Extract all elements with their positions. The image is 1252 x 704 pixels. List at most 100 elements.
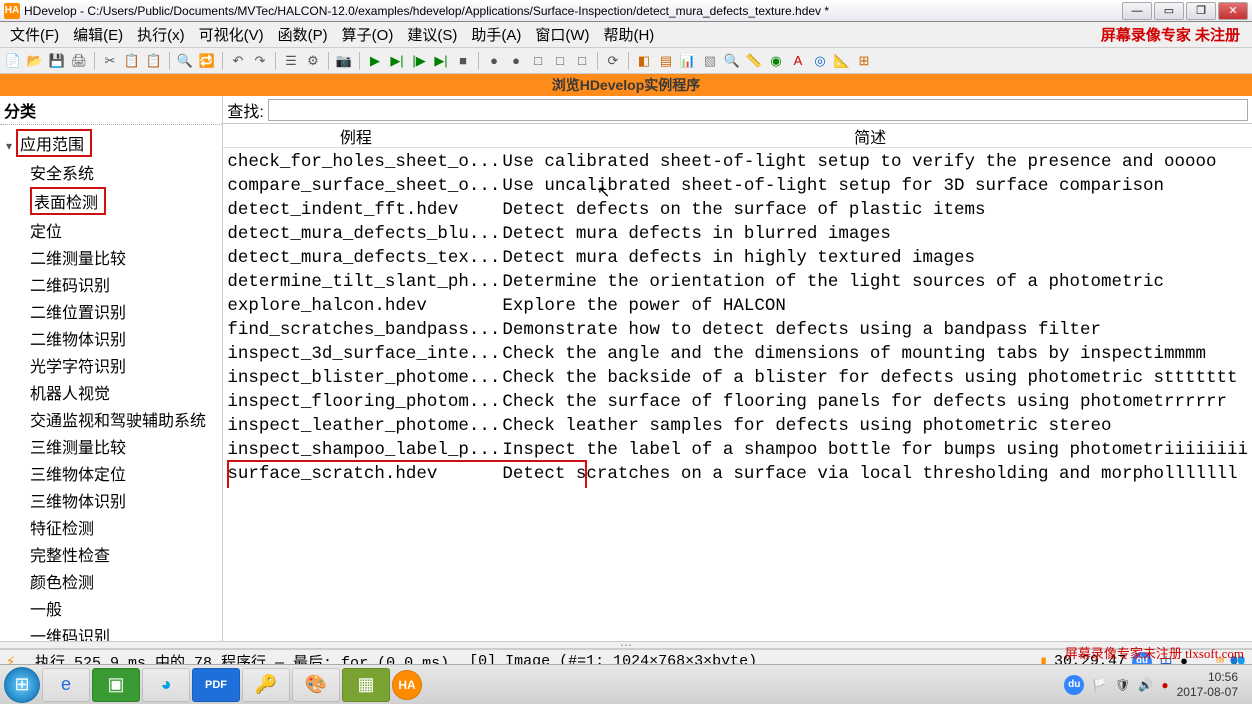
menu-item[interactable]: 编辑(E) <box>67 22 129 47</box>
task-ha[interactable]: HA <box>392 670 422 700</box>
maximize-button[interactable]: ❐ <box>1186 2 1216 20</box>
settings-icon[interactable]: ⚙ <box>304 52 322 70</box>
example-row[interactable]: check_for_holes_sheet_o...Use calibrated… <box>227 150 1248 174</box>
col-description[interactable]: 简述 <box>488 124 1252 148</box>
example-row[interactable]: inspect_flooring_photom...Check the surf… <box>227 390 1248 414</box>
menu-item[interactable]: 可视化(V) <box>193 22 270 47</box>
menu-item[interactable]: 帮助(H) <box>597 22 660 47</box>
step-into-icon[interactable]: |▶ <box>410 52 428 70</box>
vars-icon[interactable]: ▤ <box>657 52 675 70</box>
example-row[interactable]: explore_halcon.hdevExplore the power of … <box>227 294 1248 318</box>
task-green[interactable]: ▣ <box>92 668 140 702</box>
cut-icon[interactable]: ✂ <box>101 52 119 70</box>
task-pdf[interactable]: PDF <box>192 668 240 702</box>
breakpoint-icon[interactable]: ● <box>485 52 503 70</box>
tree-item[interactable]: ▾应用范围 <box>4 127 218 158</box>
search-input[interactable] <box>268 99 1248 121</box>
calib-icon[interactable]: ⊞ <box>855 52 873 70</box>
bp3-icon[interactable]: □ <box>529 52 547 70</box>
step-icon[interactable]: ▶| <box>388 52 406 70</box>
menu-item[interactable]: 建议(S) <box>401 22 463 47</box>
meas-icon[interactable]: 📐 <box>833 52 851 70</box>
task-ie[interactable]: e <box>42 668 90 702</box>
tray-shield-icon[interactable]: 🛡 <box>1115 678 1130 692</box>
example-row[interactable]: inspect_shampoo_label_p...Inspect the la… <box>227 438 1248 462</box>
restore-button[interactable]: ▭ <box>1154 2 1184 20</box>
zoom-icon[interactable]: 🔍 <box>723 52 741 70</box>
line-icon[interactable]: 📏 <box>745 52 763 70</box>
redo-icon[interactable]: ↷ <box>251 52 269 70</box>
example-row[interactable]: find_scratches_bandpass...Demonstrate ho… <box>227 318 1248 342</box>
tree-item[interactable]: 三维测量比较 <box>4 432 218 459</box>
window-icon[interactable]: ◧ <box>635 52 653 70</box>
examples-table-body[interactable]: check_for_holes_sheet_o...Use calibrated… <box>223 148 1252 488</box>
refresh-icon[interactable]: ⟳ <box>604 52 622 70</box>
menu-item[interactable]: 助手(A) <box>465 22 527 47</box>
example-row[interactable]: compare_surface_sheet_o...Use uncalibrat… <box>227 174 1248 198</box>
example-row[interactable]: detect_mura_defects_blu...Detect mura de… <box>227 222 1248 246</box>
list-icon[interactable]: ☰ <box>282 52 300 70</box>
open-icon[interactable]: 📂 <box>26 52 44 70</box>
tree-item[interactable]: 二维码识别 <box>4 270 218 297</box>
tree-item[interactable]: 一维码识别 <box>4 621 218 641</box>
copy-icon[interactable]: 📋 <box>123 52 141 70</box>
example-row[interactable]: inspect_3d_surface_inte...Check the angl… <box>227 342 1248 366</box>
task-key[interactable]: 🔑 <box>242 668 290 702</box>
feat-icon[interactable]: ◉ <box>767 52 785 70</box>
paste-icon[interactable]: 📋 <box>145 52 163 70</box>
example-row[interactable]: inspect_leather_photome...Check leather … <box>227 414 1248 438</box>
menu-item[interactable]: 算子(O) <box>336 22 400 47</box>
tree-item[interactable]: 二维测量比较 <box>4 243 218 270</box>
menu-item[interactable]: 文件(F) <box>4 22 65 47</box>
stop-icon[interactable]: ■ <box>454 52 472 70</box>
tree-item[interactable]: 光学字符识别 <box>4 351 218 378</box>
tree-item[interactable]: 颜色检测 <box>4 567 218 594</box>
tree-item[interactable]: 二维物体识别 <box>4 324 218 351</box>
example-row[interactable]: inspect_blister_photome...Check the back… <box>227 366 1248 390</box>
bp5-icon[interactable]: □ <box>573 52 591 70</box>
tree-item[interactable]: 特征检测 <box>4 513 218 540</box>
example-row[interactable]: detect_mura_defects_tex...Detect mura de… <box>227 246 1248 270</box>
tree-item[interactable]: 交通监视和驾驶辅助系统 <box>4 405 218 432</box>
tray-baidu-icon[interactable]: du <box>1064 675 1084 695</box>
menu-item[interactable]: 函数(P) <box>272 22 334 47</box>
graph-icon[interactable]: 📊 <box>679 52 697 70</box>
bp2-icon[interactable]: ● <box>507 52 525 70</box>
run-icon[interactable]: ▶ <box>366 52 384 70</box>
ocr-icon[interactable]: A <box>789 52 807 70</box>
new-icon[interactable]: 📄 <box>4 52 22 70</box>
tray-flag-icon[interactable]: 🏳️ <box>1092 678 1107 692</box>
close-button[interactable]: ✕ <box>1218 2 1248 20</box>
tray-red-icon[interactable]: ● <box>1161 678 1168 692</box>
start-button[interactable]: ⊞ <box>4 667 40 703</box>
tree-item[interactable]: 一般 <box>4 594 218 621</box>
task-cyan[interactable]: ◕ <box>142 668 190 702</box>
undo-icon[interactable]: ↶ <box>229 52 247 70</box>
tree-item[interactable]: 二维位置识别 <box>4 297 218 324</box>
category-tree[interactable]: ▾应用范围安全系统表面检测定位二维测量比较二维码识别二维位置识别二维物体识别光学… <box>0 125 222 641</box>
save-icon[interactable]: 💾 <box>48 52 66 70</box>
tree-item[interactable]: 三维物体识别 <box>4 486 218 513</box>
step-out-icon[interactable]: ▶| <box>432 52 450 70</box>
example-row[interactable]: determine_tilt_slant_ph...Determine the … <box>227 270 1248 294</box>
tree-item[interactable]: 定位 <box>4 216 218 243</box>
print-icon[interactable]: 🖨 <box>70 52 88 70</box>
tree-item[interactable]: 机器人视觉 <box>4 378 218 405</box>
bp4-icon[interactable]: □ <box>551 52 569 70</box>
gray-icon[interactable]: ▧ <box>701 52 719 70</box>
tree-item[interactable]: 安全系统 <box>4 158 218 185</box>
example-row[interactable]: detect_indent_fft.hdevDetect defects on … <box>227 198 1248 222</box>
tree-item[interactable]: 完整性检查 <box>4 540 218 567</box>
menu-item[interactable]: 窗口(W) <box>529 22 595 47</box>
task-paint[interactable]: 🎨 <box>292 668 340 702</box>
menu-item[interactable]: 执行(x) <box>131 22 191 47</box>
tree-item[interactable]: 三维物体定位 <box>4 459 218 486</box>
match-icon[interactable]: ◎ <box>811 52 829 70</box>
camera-icon[interactable]: 📷 <box>335 52 353 70</box>
find-icon[interactable]: 🔍 <box>176 52 194 70</box>
replace-icon[interactable]: 🔁 <box>198 52 216 70</box>
example-row[interactable]: surface_scratch.hdevDetect scratches on … <box>227 462 1248 486</box>
task-excel[interactable]: ▦ <box>342 668 390 702</box>
minimize-button[interactable]: — <box>1122 2 1152 20</box>
tree-item[interactable]: 表面检测 <box>4 185 218 216</box>
